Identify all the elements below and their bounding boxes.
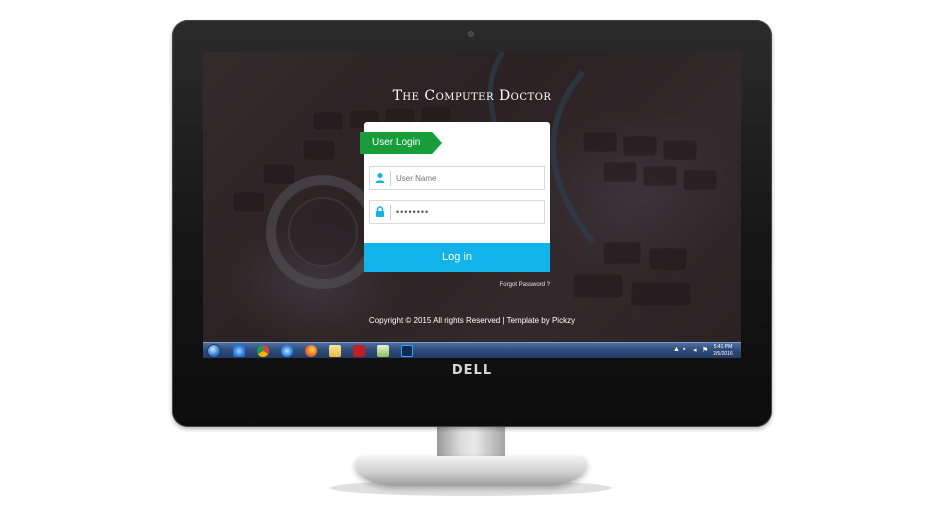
webcam [468, 31, 474, 37]
password-field[interactable] [369, 200, 545, 224]
clock-time: 5:41 PM [713, 344, 733, 350]
tray-expand-icon[interactable]: ▲ [673, 346, 680, 353]
ie-blue-icon[interactable] [281, 345, 293, 357]
flag-icon[interactable]: ⚑ [702, 346, 708, 354]
chrome-icon[interactable] [257, 345, 269, 357]
login-ribbon: User Login [360, 132, 442, 154]
lock-icon [376, 206, 384, 217]
forgot-password-link[interactable]: Forgot Password ? [433, 282, 550, 288]
clock-date: 2/5/2016 [713, 351, 733, 357]
internet-explorer-icon[interactable] [233, 345, 245, 357]
taskbar: ▲ ▪ ◂ ⚑ 5:41 PM 2/5/2016 [203, 342, 741, 358]
start-orb-icon[interactable] [207, 344, 221, 358]
field-separator [390, 205, 391, 220]
monitor-stand-base [355, 456, 587, 486]
folder-icon[interactable] [329, 345, 341, 357]
notepad-icon[interactable] [377, 345, 389, 357]
user-icon [375, 173, 385, 183]
username-input[interactable] [396, 168, 540, 188]
taskbar-clock[interactable]: 5:41 PM 2/5/2016 [711, 344, 735, 358]
field-separator [390, 171, 391, 186]
username-field[interactable] [369, 166, 545, 190]
site-title: The Computer Doctor [392, 88, 552, 104]
copyright-text: Copyright © 2015 All rights Reserved | T… [368, 316, 576, 325]
screen: The Computer Doctor User Login Log in Fo… [203, 52, 741, 358]
filezilla-icon[interactable] [353, 345, 365, 357]
stage: DELL The Computer Doctor User Login User… [0, 0, 942, 509]
password-input[interactable] [396, 202, 540, 222]
firefox-icon[interactable] [305, 345, 317, 357]
monitor-brand-logo: DELL [451, 363, 493, 378]
photoshop-icon[interactable] [401, 345, 413, 357]
volume-icon[interactable]: ◂ [693, 346, 697, 354]
login-button[interactable]: Log in [364, 243, 550, 272]
network-icon[interactable]: ▪ [683, 346, 685, 353]
